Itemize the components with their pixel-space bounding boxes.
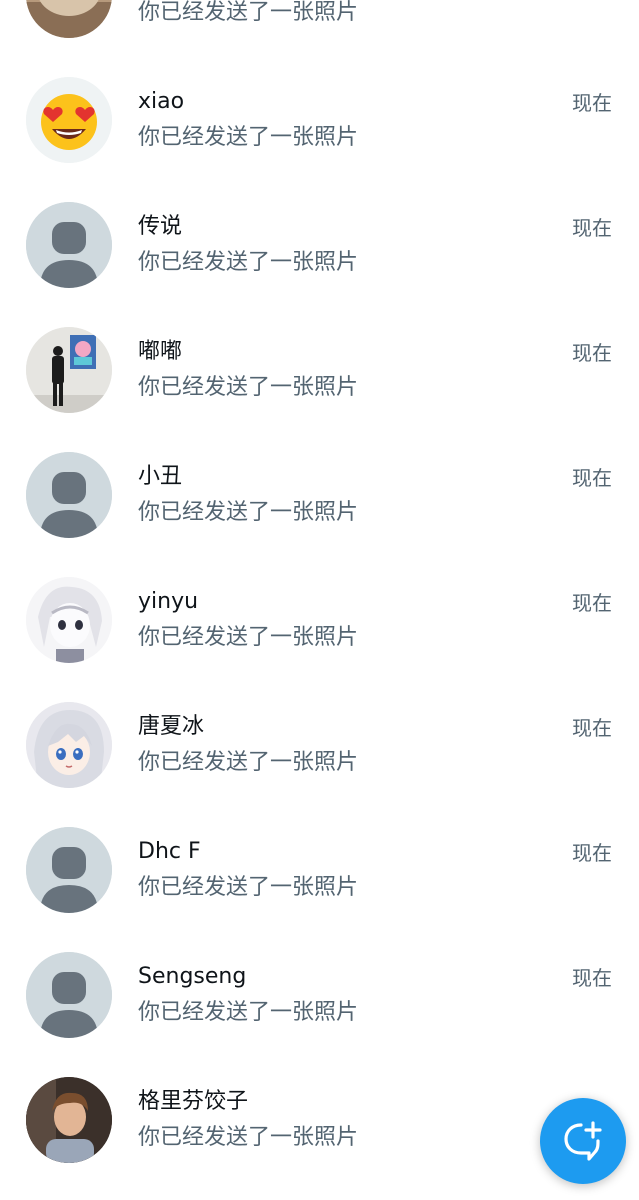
- contact-name: Sengseng: [138, 964, 247, 989]
- conversation-row[interactable]: xiao 你已经发送了一张照片 现在: [0, 61, 639, 186]
- message-preview: 你已经发送了一张照片: [138, 0, 359, 25]
- avatar[interactable]: [26, 0, 112, 38]
- new-message-button[interactable]: [540, 1098, 626, 1184]
- new-message-icon: [564, 1121, 602, 1161]
- message-preview: 你已经发送了一张照片: [138, 375, 359, 400]
- conversation-row[interactable]: 唐夏冰 你已经发送了一张照片 现在: [0, 686, 639, 811]
- heart-eyes-emoji-avatar: [26, 77, 112, 163]
- message-preview: 你已经发送了一张照片: [138, 875, 359, 900]
- person-photo-avatar: [26, 1077, 112, 1163]
- anime-girl-avatar: [26, 702, 112, 788]
- contact-name: yinyu: [138, 589, 199, 614]
- avatar[interactable]: [26, 1077, 112, 1163]
- conversation-row[interactable]: 嘟嘟 你已经发送了一张照片 现在: [0, 311, 639, 436]
- default-profile-icon: [26, 452, 112, 538]
- timestamp: 现在: [572, 91, 612, 115]
- timestamp: 现在: [572, 966, 612, 990]
- avatar[interactable]: [26, 452, 112, 538]
- conversation-row[interactable]: yinyu 你已经发送了一张照片 现在: [0, 561, 639, 686]
- message-preview: 你已经发送了一张照片: [138, 1125, 359, 1150]
- message-preview: 你已经发送了一张照片: [138, 500, 359, 525]
- anime-sketch-avatar: [26, 577, 112, 663]
- contact-name: 嘟嘟: [138, 339, 183, 364]
- default-profile-icon: [26, 952, 112, 1038]
- message-preview: 你已经发送了一张照片: [138, 625, 359, 650]
- timestamp: 现在: [572, 591, 612, 615]
- avatar[interactable]: [26, 77, 112, 163]
- conversation-list: qinze 你已经发送了一张照片 现在 xiao 你已经发送了一张照片 现在: [0, 0, 639, 1186]
- contact-name: 小丑: [138, 464, 183, 489]
- message-preview: 你已经发送了一张照片: [138, 250, 359, 275]
- timestamp: 现在: [572, 216, 612, 240]
- avatar[interactable]: [26, 827, 112, 913]
- default-profile-icon: [26, 202, 112, 288]
- conversation-row[interactable]: 传说 你已经发送了一张照片 现在: [0, 186, 639, 311]
- conversation-row[interactable]: 小丑 你已经发送了一张照片 现在: [0, 436, 639, 561]
- contact-name: Dhc F: [138, 839, 201, 864]
- contact-name: 传说: [138, 214, 183, 239]
- timestamp: 现在: [572, 466, 612, 490]
- message-preview: 你已经发送了一张照片: [138, 125, 359, 150]
- contact-name: xiao: [138, 89, 185, 114]
- avatar[interactable]: [26, 702, 112, 788]
- avatar[interactable]: [26, 952, 112, 1038]
- conversation-row[interactable]: Dhc F 你已经发送了一张照片 现在: [0, 811, 639, 936]
- avatar[interactable]: [26, 202, 112, 288]
- default-profile-icon: [26, 827, 112, 913]
- cat-photo-avatar: [26, 0, 112, 38]
- timestamp: 现在: [572, 716, 612, 740]
- timestamp: 现在: [572, 841, 612, 865]
- conversation-row[interactable]: Sengseng 你已经发送了一张照片 现在: [0, 936, 639, 1061]
- contact-name: 格里芬饺子: [138, 1089, 249, 1114]
- avatar[interactable]: [26, 577, 112, 663]
- timestamp: 现在: [572, 341, 612, 365]
- contact-name: 唐夏冰: [138, 714, 205, 739]
- message-preview: 你已经发送了一张照片: [138, 1000, 359, 1025]
- conversation-row[interactable]: qinze 你已经发送了一张照片 现在: [0, 0, 639, 61]
- avatar[interactable]: [26, 327, 112, 413]
- message-preview: 你已经发送了一张照片: [138, 750, 359, 775]
- gallery-photo-avatar: [26, 327, 112, 413]
